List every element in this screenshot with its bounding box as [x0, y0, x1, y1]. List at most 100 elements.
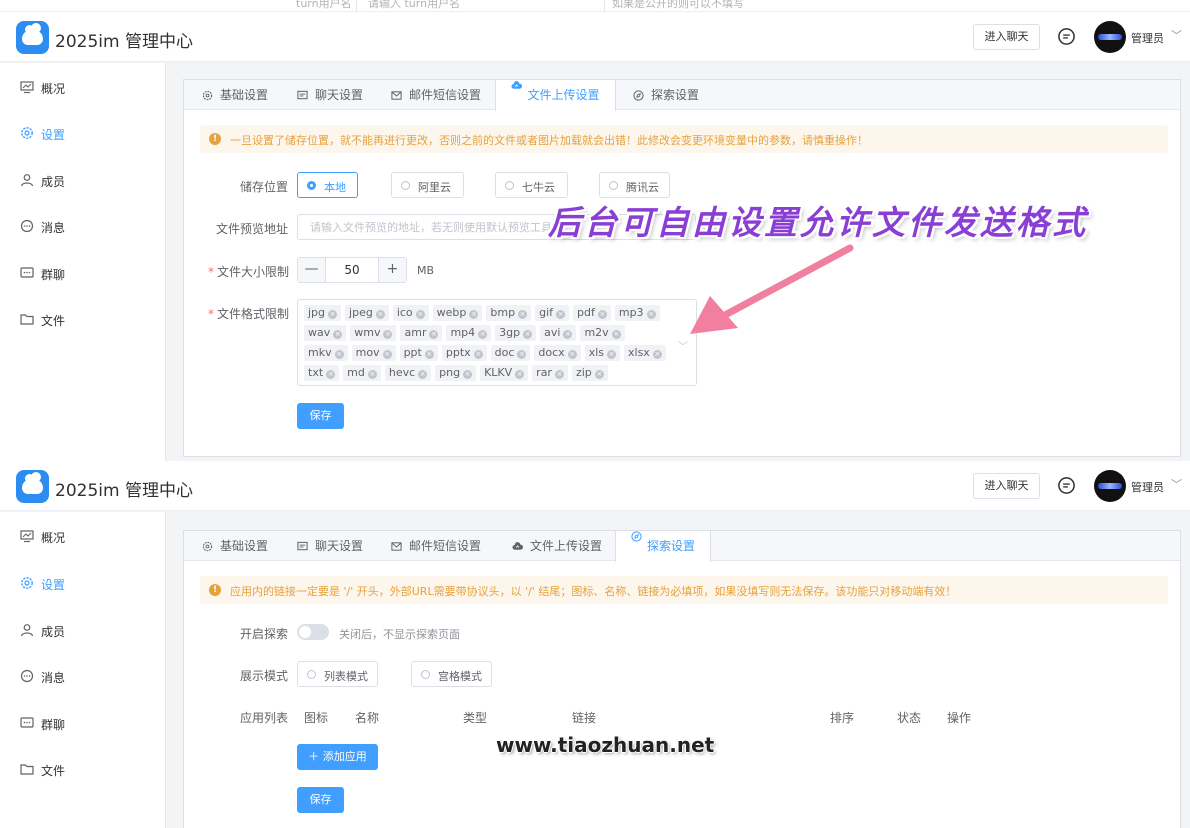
radio-label: 列表模式	[324, 670, 368, 683]
close-icon[interactable]: ×	[556, 310, 566, 319]
format-tag: m2v ×	[580, 325, 625, 341]
sidebar-item-overview[interactable]: 概况	[0, 524, 165, 548]
add-app-button[interactable]: ＋ 添加应用	[297, 744, 378, 770]
close-icon[interactable]: ×	[382, 350, 392, 359]
sidebar-item-label: 成员	[41, 625, 66, 639]
chevron-down-icon[interactable]: ﹀	[1171, 476, 1182, 492]
close-icon[interactable]: ×	[594, 370, 604, 379]
tab-explore-settings[interactable]: 探索设置	[633, 80, 699, 110]
close-icon[interactable]: ×	[473, 350, 483, 359]
sidebar-item-group-chat[interactable]: 群聊	[0, 711, 165, 735]
preview-url-label: 文件预览地址	[216, 222, 289, 236]
avatar[interactable]	[1094, 470, 1126, 502]
message-icon[interactable]	[1057, 27, 1076, 46]
sidebar-item-settings[interactable]: 设置	[0, 571, 165, 595]
sidebar-item-label: 成员	[41, 175, 66, 189]
close-icon[interactable]: ×	[334, 350, 344, 359]
message-icon[interactable]	[1057, 476, 1076, 495]
user-name[interactable]: 管理员	[1131, 30, 1164, 46]
sidebar-item-label: 群聊	[41, 718, 66, 732]
storage-option-aliyun[interactable]: 阿里云	[391, 172, 464, 198]
close-icon[interactable]: ×	[415, 310, 425, 319]
close-icon[interactable]: ×	[478, 330, 488, 339]
user-icon	[20, 624, 34, 637]
format-tag: txt ×	[304, 365, 340, 381]
close-icon[interactable]: ×	[517, 350, 527, 359]
format-tag: amr ×	[400, 325, 443, 341]
close-icon[interactable]: ×	[563, 330, 573, 339]
tab-chat-settings[interactable]: 聊天设置	[297, 80, 363, 110]
close-icon[interactable]: ×	[383, 330, 393, 339]
close-icon[interactable]: ×	[597, 310, 607, 319]
radio-label: 本地	[324, 181, 346, 194]
sidebar-item-settings[interactable]: 设置	[0, 121, 165, 145]
enter-chat-button[interactable]: 进入聊天	[973, 24, 1040, 50]
close-icon[interactable]: ×	[375, 310, 385, 319]
decrease-button[interactable]: —	[298, 258, 326, 282]
chevron-down-icon[interactable]: ﹀	[1171, 27, 1182, 43]
cloud-upload-icon	[512, 542, 523, 550]
close-icon[interactable]: ×	[424, 350, 434, 359]
close-icon[interactable]: ×	[607, 350, 616, 359]
sidebar-item-overview[interactable]: 概况	[0, 75, 165, 99]
close-icon[interactable]: ×	[326, 370, 336, 379]
close-icon[interactable]: ×	[652, 350, 662, 359]
format-tag-label: doc	[494, 346, 515, 359]
close-icon[interactable]: ×	[611, 330, 621, 339]
sidebar-item-files[interactable]: 文件	[0, 757, 165, 781]
close-icon[interactable]: ×	[646, 310, 656, 319]
tab-file-upload-settings[interactable]: 文件上传设置	[495, 80, 616, 111]
storage-option-qiniu[interactable]: 七牛云	[495, 172, 568, 198]
tab-basic-settings[interactable]: 基础设置	[202, 80, 268, 110]
mode-option-grid[interactable]: 宫格模式	[411, 661, 492, 687]
chat-icon	[297, 541, 308, 551]
close-icon[interactable]: ×	[418, 370, 428, 379]
tab-mail-sms-settings[interactable]: 邮件短信设置	[391, 80, 481, 110]
storage-option-local[interactable]: 本地	[297, 172, 358, 198]
close-icon[interactable]: ×	[469, 310, 479, 319]
tab-file-upload-settings[interactable]: 文件上传设置	[512, 531, 602, 561]
close-icon[interactable]: ×	[367, 370, 377, 379]
enable-explore-toggle[interactable]	[297, 624, 329, 640]
enter-chat-button[interactable]: 进入聊天	[973, 473, 1040, 499]
increase-button[interactable]: +	[378, 258, 406, 282]
save-button[interactable]: 保存	[297, 403, 344, 429]
close-icon[interactable]: ×	[515, 370, 525, 379]
tab-chat-settings[interactable]: 聊天设置	[297, 531, 363, 561]
close-icon[interactable]: ×	[518, 310, 528, 319]
format-tag: doc ×	[490, 345, 531, 361]
display-mode-label: 展示模式	[240, 669, 289, 683]
file-size-value[interactable]: 50	[326, 258, 378, 282]
close-icon[interactable]: ×	[554, 370, 564, 379]
close-icon[interactable]: ×	[429, 330, 439, 339]
format-tag: 3gp ×	[495, 325, 537, 341]
top-header: 2025im 管理中心 进入聊天 管理员 ﹀	[0, 461, 1190, 511]
radio-dot	[307, 670, 316, 679]
sidebar-item-group-chat[interactable]: 群聊	[0, 261, 165, 285]
mode-option-list[interactable]: 列表模式	[297, 661, 378, 687]
column-header-icon: 图标	[304, 711, 329, 725]
file-format-select[interactable]: jpg × jpeg × ico × webp × bmp × gif × pdf × mp3 ×wav × wm…	[297, 299, 697, 386]
file-size-stepper[interactable]: — 50 +	[297, 257, 407, 283]
format-tag-label: mov	[355, 346, 380, 359]
close-icon[interactable]: ×	[567, 350, 577, 359]
close-icon[interactable]: ×	[463, 370, 473, 379]
storage-option-tencent[interactable]: 腾讯云	[599, 172, 670, 198]
close-icon[interactable]: ×	[523, 330, 533, 339]
close-icon[interactable]: ×	[333, 330, 343, 339]
sidebar-item-messages[interactable]: 消息	[0, 214, 165, 238]
user-name[interactable]: 管理员	[1131, 479, 1164, 495]
tab-explore-settings[interactable]: 探索设置	[615, 531, 711, 562]
sidebar-item-files[interactable]: 文件	[0, 307, 165, 331]
column-header-sort: 排序	[830, 711, 855, 725]
format-tag: jpeg ×	[345, 305, 389, 321]
sidebar-item-members[interactable]: 成员	[0, 618, 165, 642]
save-button[interactable]: 保存	[297, 787, 344, 813]
sidebar-item-members[interactable]: 成员	[0, 168, 165, 192]
sidebar-item-messages[interactable]: 消息	[0, 664, 165, 688]
avatar[interactable]	[1094, 21, 1126, 53]
tab-basic-settings[interactable]: 基础设置	[202, 531, 268, 561]
format-tag: avi ×	[540, 325, 577, 341]
tab-mail-sms-settings[interactable]: 邮件短信设置	[391, 531, 481, 561]
close-icon[interactable]: ×	[328, 310, 338, 319]
